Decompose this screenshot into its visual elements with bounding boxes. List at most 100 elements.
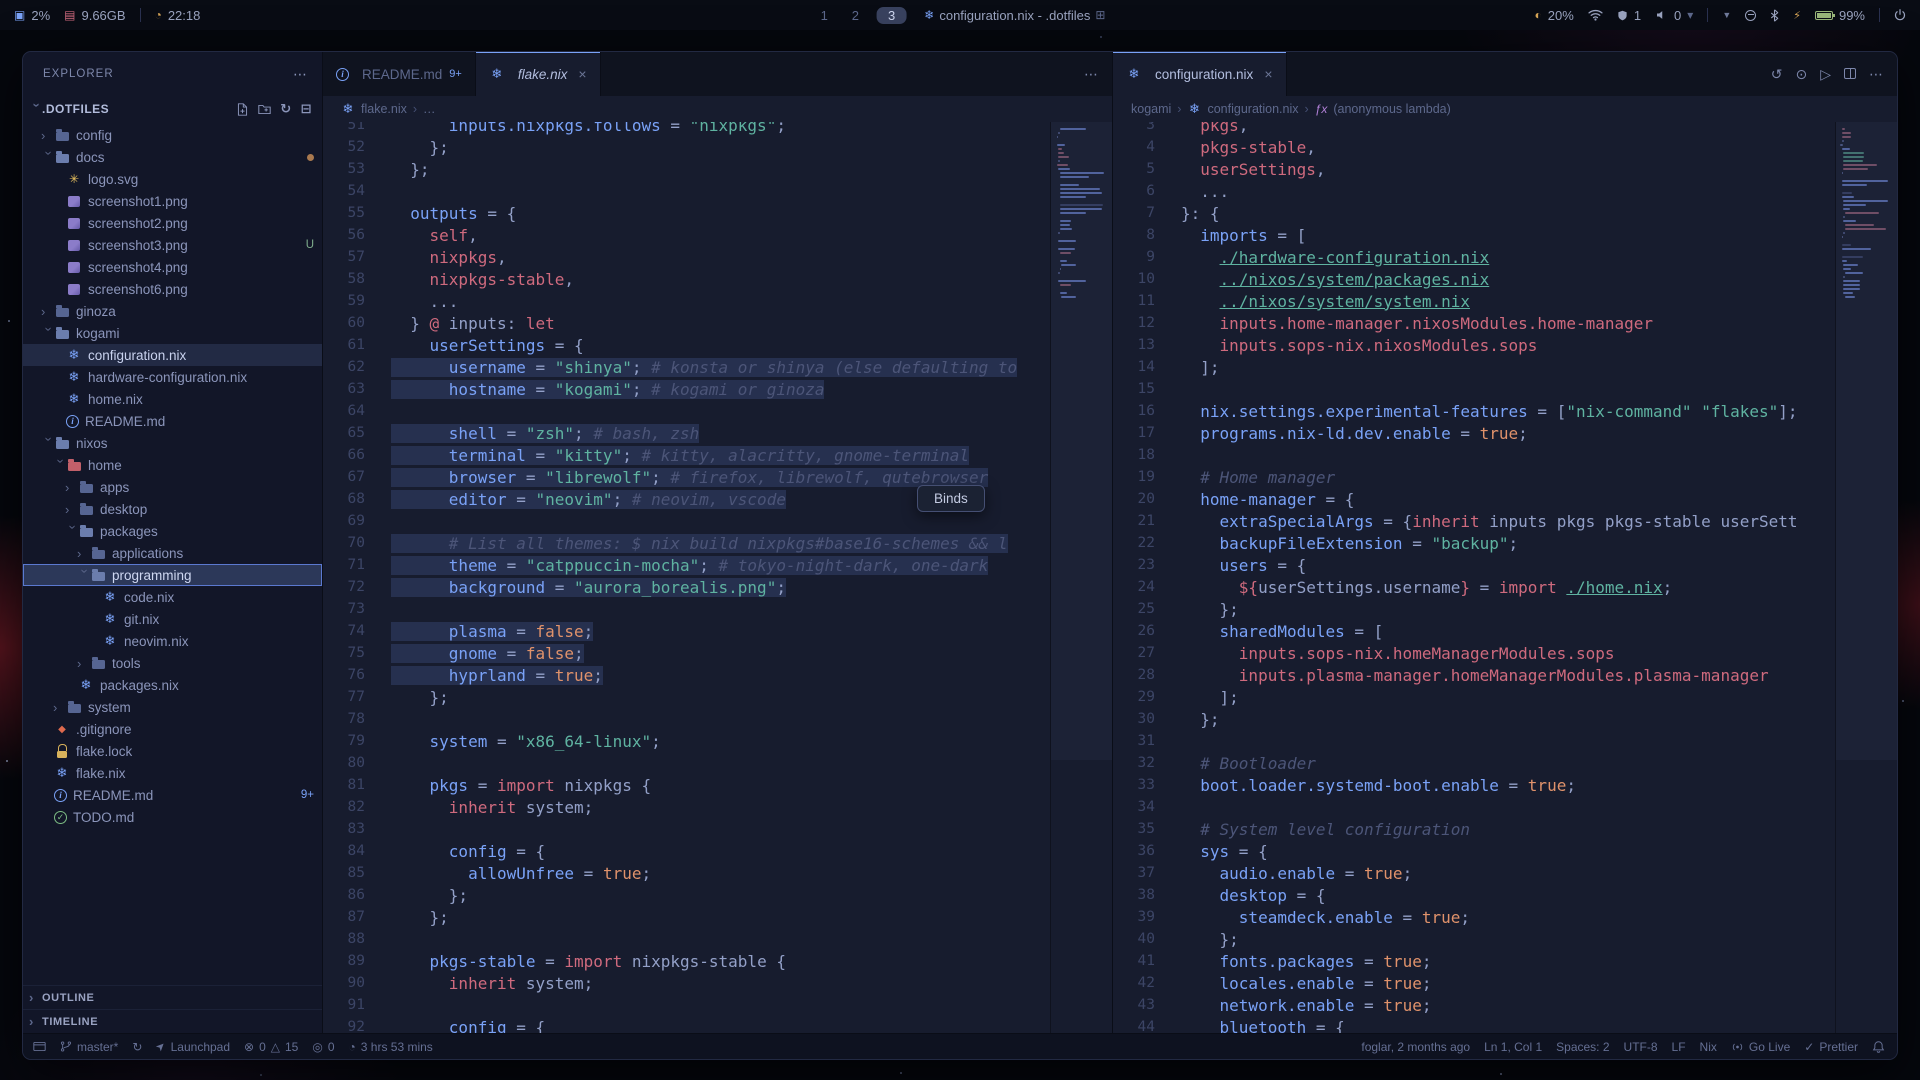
tree-item-kogami[interactable]: ›kogami <box>23 322 322 344</box>
memory-module[interactable]: ▤ 9.66GB <box>64 8 125 23</box>
outline-section[interactable]: › OUTLINE <box>23 985 322 1009</box>
cursor-position-status[interactable]: Ln 1, Col 1 <box>1484 1040 1542 1054</box>
code-line-60[interactable]: 60 } @ inputs: let <box>323 312 1050 334</box>
close-icon[interactable]: × <box>1264 66 1272 82</box>
code-line-7[interactable]: 7}: { <box>1113 202 1835 224</box>
code-editor-flake-nix[interactable]: 51 inputs.nixpkgs.follows = "nixpkgs";52… <box>323 122 1050 1033</box>
code-line-92[interactable]: 92 config = { <box>323 1016 1050 1033</box>
code-line-78[interactable]: 78 <box>323 708 1050 730</box>
refresh-icon[interactable]: ↻ <box>280 101 291 117</box>
do-not-disturb-icon[interactable] <box>1745 10 1756 21</box>
history-icon[interactable]: ↺ <box>1771 66 1783 83</box>
wifi-module[interactable] <box>1588 9 1603 21</box>
code-line-64[interactable]: 64 <box>323 400 1050 422</box>
code-line-81[interactable]: 81 pkgs = import nixpkgs { <box>323 774 1050 796</box>
tree-item-home-nix[interactable]: ›❄home.nix <box>23 388 322 410</box>
bluetooth-icon[interactable] <box>1770 9 1779 22</box>
code-line-76[interactable]: 76 hyprland = true; <box>323 664 1050 686</box>
code-line-20[interactable]: 20 home-manager = { <box>1113 488 1835 510</box>
code-line-19[interactable]: 19 # Home manager <box>1113 466 1835 488</box>
open-changes-icon[interactable]: ⊙ <box>1795 66 1807 83</box>
code-line-16[interactable]: 16 nix.settings.experimental-features = … <box>1113 400 1835 422</box>
code-line-57[interactable]: 57 nixpkgs, <box>323 246 1050 268</box>
tree-item-screenshot1-png[interactable]: ›screenshot1.png <box>23 190 322 212</box>
tree-item-home[interactable]: ›home <box>23 454 322 476</box>
code-line-88[interactable]: 88 <box>323 928 1050 950</box>
code-line-66[interactable]: 66 terminal = "kitty"; # kitty, alacritt… <box>323 444 1050 466</box>
tree-item-tools[interactable]: ›tools <box>23 652 322 674</box>
code-line-73[interactable]: 73 <box>323 598 1050 620</box>
tree-item-screenshot4-png[interactable]: ›screenshot4.png <box>23 256 322 278</box>
tree-item-hardware-configuration-nix[interactable]: ›❄hardware-configuration.nix <box>23 366 322 388</box>
tab-configuration-nix[interactable]: ❄ configuration.nix × <box>1113 52 1287 96</box>
power-icon[interactable] <box>1894 9 1906 21</box>
tree-item-config[interactable]: ›config <box>23 124 322 146</box>
code-line-10[interactable]: 10 ../nixos/system/packages.nix <box>1113 268 1835 290</box>
code-line-89[interactable]: 89 pkgs-stable = import nixpkgs-stable { <box>323 950 1050 972</box>
tree-item-docs[interactable]: ›docs <box>23 146 322 168</box>
code-line-17[interactable]: 17 programs.nix-ld.dev.enable = true; <box>1113 422 1835 444</box>
code-line-82[interactable]: 82 inherit system; <box>323 796 1050 818</box>
more-actions-icon[interactable]: ⋯ <box>1084 66 1098 83</box>
code-line-65[interactable]: 65 shell = "zsh"; # bash, zsh <box>323 422 1050 444</box>
code-line-9[interactable]: 9 ./hardware-configuration.nix <box>1113 246 1835 268</box>
code-line-27[interactable]: 27 inputs.sops-nix.homeManagerModules.so… <box>1113 642 1835 664</box>
code-line-86[interactable]: 86 }; <box>323 884 1050 906</box>
language-mode-status[interactable]: Nix <box>1700 1040 1717 1054</box>
code-line-85[interactable]: 85 allowUnfree = true; <box>323 862 1050 884</box>
timeline-section[interactable]: › TIMELINE <box>23 1009 322 1033</box>
encoding-status[interactable]: UTF-8 <box>1624 1040 1658 1054</box>
tab-flake-nix[interactable]: ❄ flake.nix × <box>476 52 601 96</box>
tree-item-programming[interactable]: ›programming <box>23 564 322 586</box>
breadcrumb-item[interactable]: flake.nix <box>361 102 407 116</box>
code-line-43[interactable]: 43 network.enable = true; <box>1113 994 1835 1016</box>
tree-item-todo-md[interactable]: ›✓TODO.md <box>23 806 322 828</box>
battery-module[interactable]: 99% <box>1815 8 1865 23</box>
tree-item-nixos[interactable]: ›nixos <box>23 432 322 454</box>
code-line-58[interactable]: 58 nixpkgs-stable, <box>323 268 1050 290</box>
breadcrumb-item[interactable]: (anonymous lambda) <box>1333 102 1450 116</box>
launchpad-status[interactable]: ➤ Launchpad <box>156 1040 230 1054</box>
code-line-83[interactable]: 83 <box>323 818 1050 840</box>
close-icon[interactable]: × <box>578 66 586 82</box>
tree-item-system[interactable]: ›system <box>23 696 322 718</box>
code-line-11[interactable]: 11 ../nixos/system/system.nix <box>1113 290 1835 312</box>
tree-item-flake-nix[interactable]: ›❄flake.nix <box>23 762 322 784</box>
code-line-37[interactable]: 37 audio.enable = true; <box>1113 862 1835 884</box>
code-line-91[interactable]: 91 <box>323 994 1050 1016</box>
cpu-module[interactable]: ▣ 2% <box>14 8 50 23</box>
workspace-3-active[interactable]: 3 <box>877 7 906 24</box>
git-branch-status[interactable]: master* <box>60 1040 118 1054</box>
volume-module[interactable]: 0 ▾ <box>1655 8 1693 23</box>
code-line-15[interactable]: 15 <box>1113 378 1835 400</box>
collapse-all-icon[interactable]: ⊟ <box>301 101 312 117</box>
code-line-44[interactable]: 44 bluetooth = { <box>1113 1016 1835 1033</box>
code-line-90[interactable]: 90 inherit system; <box>323 972 1050 994</box>
code-line-3[interactable]: 3 pkgs, <box>1113 122 1835 136</box>
ports-status[interactable]: ◎ 0 <box>312 1040 334 1054</box>
tree-item-neovim-nix[interactable]: ›❄neovim.nix <box>23 630 322 652</box>
code-line-30[interactable]: 30 }; <box>1113 708 1835 730</box>
code-line-40[interactable]: 40 }; <box>1113 928 1835 950</box>
split-editor-icon[interactable] <box>1844 66 1856 82</box>
wakatime-status[interactable]: ◔ 3 hrs 53 mins <box>349 1040 433 1054</box>
tree-item-applications[interactable]: ›applications <box>23 542 322 564</box>
tree-item-packages[interactable]: ›packages <box>23 520 322 542</box>
code-line-21[interactable]: 21 extraSpecialArgs = {inherit inputs pk… <box>1113 510 1835 532</box>
code-line-29[interactable]: 29 ]; <box>1113 686 1835 708</box>
breadcrumb-item[interactable]: configuration.nix <box>1207 102 1298 116</box>
code-line-54[interactable]: 54 <box>323 180 1050 202</box>
tree-item-packages-nix[interactable]: ›❄packages.nix <box>23 674 322 696</box>
code-line-14[interactable]: 14 ]; <box>1113 356 1835 378</box>
code-line-51[interactable]: 51 inputs.nixpkgs.follows = "nixpkgs"; <box>323 122 1050 136</box>
code-line-39[interactable]: 39 steamdeck.enable = true; <box>1113 906 1835 928</box>
code-line-35[interactable]: 35 # System level configuration <box>1113 818 1835 840</box>
remote-window-icon[interactable] <box>33 1040 46 1053</box>
code-line-32[interactable]: 32 # Bootloader <box>1113 752 1835 774</box>
tree-item-screenshot6-png[interactable]: ›screenshot6.png <box>23 278 322 300</box>
breadcrumb-item[interactable]: … <box>423 102 436 116</box>
code-line-80[interactable]: 80 <box>323 752 1050 774</box>
tree-item-ginoza[interactable]: ›ginoza <box>23 300 322 322</box>
code-line-74[interactable]: 74 plasma = false; <box>323 620 1050 642</box>
tree-item-flake-lock[interactable]: ›flake.lock <box>23 740 322 762</box>
